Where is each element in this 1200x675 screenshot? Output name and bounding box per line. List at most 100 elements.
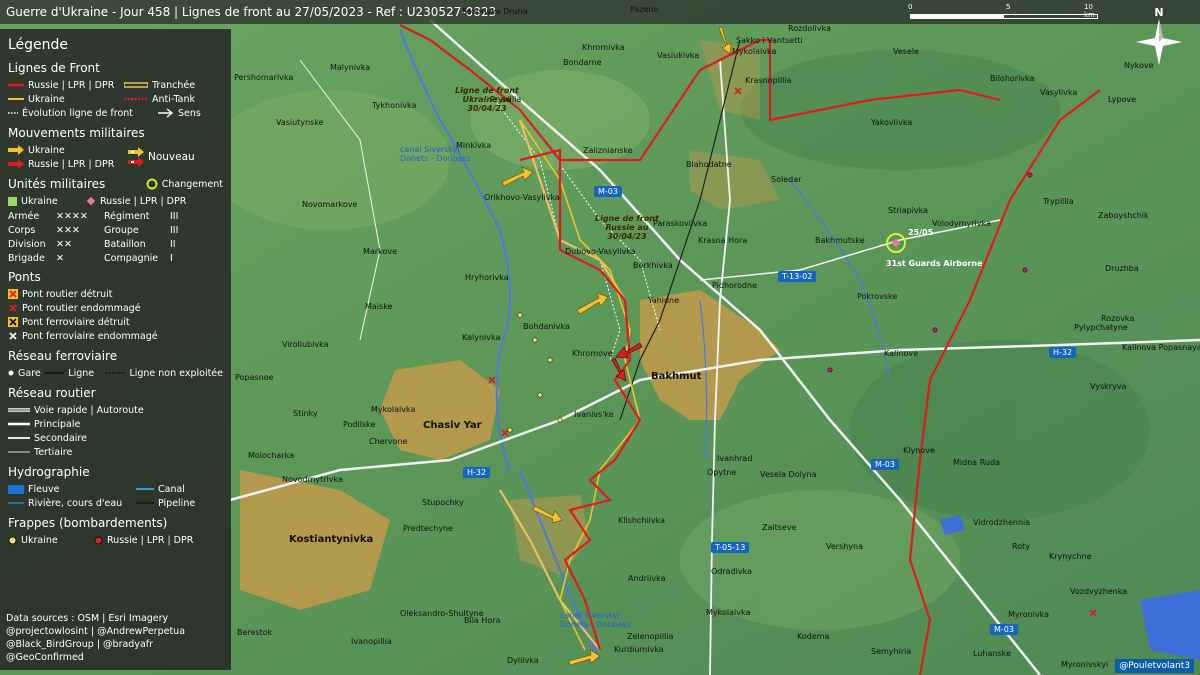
road-shield: H-32 bbox=[463, 467, 491, 478]
legend-bridges-heading: Ponts bbox=[8, 270, 41, 284]
strike-ukraine bbox=[517, 312, 523, 318]
trench-icon bbox=[124, 82, 148, 88]
strike-russia-icon bbox=[94, 536, 103, 544]
legend-unit-russia: Russie | LPR | DPR bbox=[100, 195, 187, 207]
unit-table-cell: Brigade bbox=[8, 253, 45, 264]
road-shield: T-05-13 bbox=[711, 542, 750, 553]
place-label: Striapivka bbox=[888, 206, 929, 215]
place-label: Pidhorodne bbox=[712, 281, 757, 290]
legend-bridge-item: Pont ferroviaire détruit bbox=[22, 316, 130, 328]
place-label: Orikhovo-Vasylivka bbox=[484, 193, 560, 202]
legend-unused: Ligne non exploitée bbox=[129, 367, 223, 379]
road-bridge-damaged-icon bbox=[9, 304, 17, 312]
place-label: Novomarkove bbox=[302, 200, 358, 209]
city-label: Chasiv Yar bbox=[423, 420, 482, 431]
legend-title: Légende bbox=[8, 37, 69, 53]
legend-roads-heading: Réseau routier bbox=[8, 386, 96, 400]
place-label: Yakovlivka bbox=[871, 118, 913, 127]
place-label: Markove bbox=[363, 247, 397, 256]
place-label: Stupochky bbox=[422, 498, 464, 507]
strike-ukraine-icon bbox=[8, 536, 17, 544]
place-label: Maiske bbox=[365, 302, 393, 311]
unit-table-cell: ✕✕ bbox=[56, 239, 72, 250]
place-label: Mykolaivka bbox=[732, 47, 777, 56]
unit-table-cell: Division bbox=[8, 239, 46, 250]
unit-date: 25/05 bbox=[908, 228, 934, 237]
place-label: Vasylivka bbox=[1040, 88, 1078, 97]
legend-fleuve: Fleuve bbox=[28, 483, 60, 495]
front-annotation: Ligne de front Russie au 30/04/23 bbox=[595, 214, 659, 241]
legend-ukraine-line: Ukraine bbox=[28, 93, 65, 105]
source-line: @GeoConfirmed bbox=[6, 652, 84, 663]
place-label: Yahidne bbox=[648, 296, 680, 305]
place-label: Kalinove bbox=[884, 349, 919, 358]
place-label: Pylypchatyne bbox=[1074, 323, 1128, 332]
place-label: Kurdiumivka bbox=[614, 645, 664, 654]
ukraine-unit-icon bbox=[8, 196, 17, 206]
russia-line-icon bbox=[8, 83, 24, 87]
place-label: Opytne bbox=[707, 468, 737, 477]
place-label: Krynychne bbox=[1049, 552, 1092, 561]
legend-units-table: Armée ✕✕✕✕ Régiment III Corps ✕✕✕ Groupe III D… bbox=[8, 211, 223, 264]
place-label: Vasiutynske bbox=[276, 118, 324, 127]
road-shield: M-03 bbox=[990, 624, 1018, 635]
road-shield: H-32 bbox=[1049, 347, 1077, 358]
legend-row: Ukraine Anti-Tank bbox=[8, 92, 223, 106]
strike-ukraine bbox=[557, 417, 563, 423]
legend-row: Ukraine Russie | LPR | DPR bbox=[8, 533, 223, 547]
legend-road-item: Secondaire bbox=[34, 432, 87, 444]
place-label: Khromivka bbox=[582, 43, 625, 52]
place-label: Khromove bbox=[572, 349, 613, 358]
legend-move-russia: Russie | LPR | DPR bbox=[28, 158, 115, 170]
strike-ukraine bbox=[532, 337, 538, 343]
strike-russia bbox=[932, 327, 938, 333]
main-road-icon bbox=[8, 422, 30, 426]
place-label: Dyliivka bbox=[507, 656, 539, 665]
legend-bridge-item: Pont ferroviaire endommagé bbox=[22, 330, 158, 342]
canal-icon bbox=[136, 488, 154, 490]
canal-label: canal Siverskyi Donets - Donbass bbox=[400, 145, 471, 163]
place-label: Klynove bbox=[903, 446, 935, 455]
place-label: Myronivka bbox=[1008, 610, 1050, 619]
unit-table-cell: Corps bbox=[8, 225, 36, 236]
strike-ukraine bbox=[547, 357, 553, 363]
place-label: Druzhba bbox=[1105, 264, 1139, 273]
place-label: Vasiukivka bbox=[657, 51, 700, 60]
legend-move-ukraine: Ukraine bbox=[28, 144, 65, 156]
city-label: Bakhmut bbox=[651, 371, 702, 382]
place-label: Sakko i Vantsetti bbox=[736, 36, 803, 45]
place-label: Rozdolivka bbox=[788, 24, 831, 33]
legend-pipeline: Pipeline bbox=[158, 497, 196, 509]
place-label: Bilohorivka bbox=[990, 74, 1035, 83]
place-label: Viroliubivka bbox=[282, 340, 329, 349]
place-label: Novodmytrivka bbox=[282, 475, 343, 484]
place-label: Zelenopillia bbox=[627, 632, 674, 641]
place-label: Kalynivka bbox=[462, 333, 501, 342]
place-label: Semyhiria bbox=[871, 647, 912, 656]
unit-table-cell: III bbox=[170, 225, 179, 236]
legend-moves-heading: Mouvements militaires bbox=[8, 126, 145, 140]
place-label: Klishchiivka bbox=[618, 516, 665, 525]
place-label: Rozovka bbox=[1101, 314, 1135, 323]
place-label: Ivanivs'ke bbox=[574, 410, 614, 419]
legend-trench: Tranchée bbox=[152, 79, 196, 91]
new-russia-arrow-icon bbox=[128, 157, 144, 167]
place-label: Popasnoe bbox=[235, 373, 274, 382]
scale-tick-0: 0 bbox=[908, 3, 913, 11]
place-label: Roty bbox=[1012, 542, 1030, 551]
place-label: Bila Hora bbox=[464, 616, 501, 625]
direction-arrow-icon bbox=[158, 108, 174, 118]
place-label: Myronivskyi bbox=[1061, 660, 1109, 669]
place-label: Chervone bbox=[369, 437, 408, 446]
road-shield: M-03 bbox=[594, 186, 622, 197]
place-label: Malynivka bbox=[330, 63, 371, 72]
stream-icon bbox=[8, 502, 24, 504]
secondary-road-icon bbox=[8, 437, 30, 439]
ukraine-arrow-icon bbox=[8, 145, 24, 155]
legend-antitank: Anti-Tank bbox=[152, 93, 196, 105]
pipeline-icon bbox=[136, 502, 154, 504]
river-fill-icon bbox=[8, 484, 24, 494]
place-label: Zaboyshchik bbox=[1098, 211, 1149, 220]
legend-row: Rivière, cours d'eau Pipeline bbox=[8, 496, 223, 510]
place-label: Vyskryva bbox=[1090, 382, 1127, 391]
